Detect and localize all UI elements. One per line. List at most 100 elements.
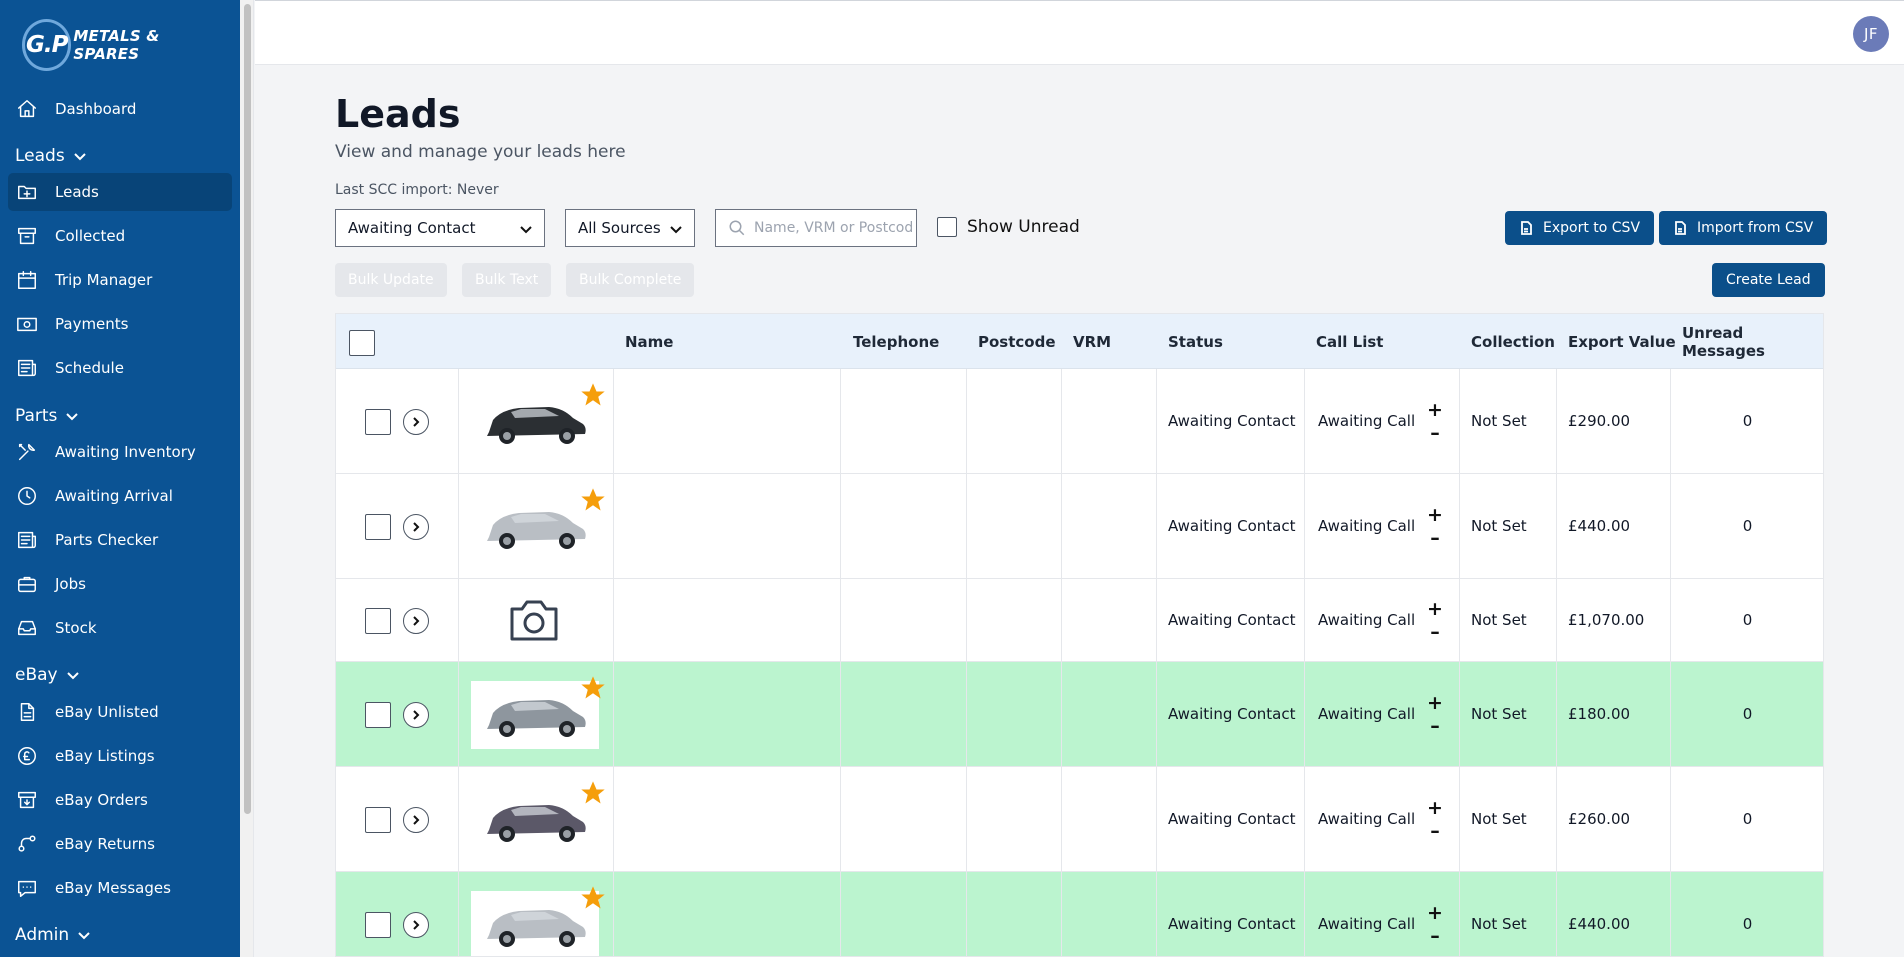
row-checkbox[interactable] [365, 911, 391, 938]
column-header-vrm[interactable]: VRM [1073, 314, 1111, 369]
star-icon[interactable] [579, 486, 607, 514]
section-admin[interactable]: Admin [15, 925, 91, 945]
expand-row-button[interactable] [403, 607, 429, 634]
expand-row-button[interactable] [403, 408, 429, 435]
table-row[interactable]: Awaiting Contact Awaiting Call + – Not Set £1… [336, 662, 1823, 767]
cell-export-value: £180.00 [1568, 705, 1631, 723]
show-unread-toggle[interactable]: Show Unread [937, 217, 1080, 237]
call-list-decrement-button[interactable]: – [1430, 422, 1440, 445]
expand-row-button[interactable] [403, 806, 429, 833]
call-list-decrement-button[interactable]: – [1430, 621, 1440, 644]
star-icon[interactable] [579, 884, 607, 912]
call-list-increment-button[interactable]: + [1427, 504, 1443, 527]
sidebar-item-parts-checker[interactable]: Parts Checker [8, 521, 232, 559]
column-header-telephone[interactable]: Telephone [853, 314, 939, 369]
sidebar-item-label: Awaiting Inventory [55, 443, 196, 461]
table-row[interactable]: Awaiting Contact Awaiting Call + – Not Set £4… [336, 872, 1823, 956]
column-header-unread-messages[interactable]: Unread Messages [1682, 314, 1823, 369]
cell-collection: Not Set [1471, 412, 1527, 430]
expand-row-button[interactable] [403, 513, 429, 540]
section-parts[interactable]: Parts [15, 406, 79, 426]
sidebar-item-ebay-messages[interactable]: eBay Messages [8, 869, 232, 907]
bulk-complete-button[interactable]: Bulk Complete [566, 263, 695, 297]
call-list-decrement-button[interactable]: – [1430, 925, 1440, 948]
bulk-text-button[interactable]: Bulk Text [462, 263, 552, 297]
star-icon[interactable] [579, 674, 607, 702]
inbox-icon [16, 617, 38, 639]
sidebar-item-label: Stock [55, 619, 97, 637]
row-checkbox[interactable] [365, 513, 391, 540]
sidebar-item-ebay-orders[interactable]: eBay Orders [8, 781, 232, 819]
sidebar-item-leads[interactable]: Leads [8, 173, 232, 211]
sidebar-item-ebay-returns[interactable]: eBay Returns [8, 825, 232, 863]
table-row[interactable]: Awaiting Contact Awaiting Call + – Not Set £2… [336, 369, 1823, 474]
select-all-checkbox[interactable] [349, 330, 375, 356]
camera-icon[interactable] [508, 597, 560, 643]
sidebar-item-ebay-listings[interactable]: eBay Listings [8, 737, 232, 775]
cell-status: Awaiting Contact [1168, 611, 1296, 629]
expand-row-button[interactable] [403, 701, 429, 728]
logo[interactable]: G.P METALS & SPARES [22, 18, 222, 72]
call-list-increment-button[interactable]: + [1427, 692, 1443, 715]
call-list-increment-button[interactable]: + [1427, 598, 1443, 621]
search-input[interactable] [754, 220, 914, 236]
logo-text: METALS & SPARES [73, 27, 160, 63]
import-csv-button[interactable]: Import from CSV [1659, 211, 1828, 245]
column-header-call-list[interactable]: Call List [1316, 314, 1383, 369]
call-list-decrement-button[interactable]: – [1430, 527, 1440, 550]
sidebar-item-label: Jobs [55, 575, 86, 593]
sidebar-item-trip-manager[interactable]: Trip Manager [8, 261, 232, 299]
sidebar-item-collected[interactable]: Collected [8, 217, 232, 255]
row-checkbox[interactable] [365, 607, 391, 634]
sidebar-item-ebay-unlisted[interactable]: eBay Unlisted [8, 693, 232, 731]
sidebar-scrollbar-thumb[interactable] [244, 4, 251, 814]
column-header-name[interactable]: Name [625, 314, 673, 369]
row-checkbox[interactable] [365, 701, 391, 728]
folder-plus-icon [16, 181, 38, 203]
star-icon[interactable] [579, 779, 607, 807]
cell-export-value: £440.00 [1568, 915, 1631, 933]
call-list-decrement-button[interactable]: – [1430, 715, 1440, 738]
sidebar-item-schedule[interactable]: Schedule [8, 349, 232, 387]
call-list-increment-button[interactable]: + [1427, 797, 1443, 820]
row-checkbox[interactable] [365, 408, 391, 435]
show-unread-checkbox[interactable] [937, 217, 957, 237]
topbar: JF [255, 0, 1904, 65]
column-header-collection[interactable]: Collection [1471, 314, 1555, 369]
home-icon [16, 98, 38, 120]
create-lead-button[interactable]: Create Lead [1712, 263, 1825, 297]
source-select[interactable]: All Sources [565, 209, 695, 247]
document-icon [16, 701, 38, 723]
section-ebay[interactable]: eBay [15, 665, 80, 685]
sidebar-item-stock[interactable]: Stock [8, 609, 232, 647]
expand-row-button[interactable] [403, 911, 429, 938]
star-icon[interactable] [579, 381, 607, 409]
column-header-postcode[interactable]: Postcode [978, 314, 1056, 369]
section-leads[interactable]: Leads [15, 146, 87, 166]
sidebar-item-jobs[interactable]: Jobs [8, 565, 232, 603]
call-list-increment-button[interactable]: + [1427, 902, 1443, 925]
newspaper-icon [16, 357, 38, 379]
row-checkbox[interactable] [365, 806, 391, 833]
bulk-update-button[interactable]: Bulk Update [335, 263, 447, 297]
table-row[interactable]: Awaiting Contact Awaiting Call + – Not Set £2… [336, 767, 1823, 872]
chevron-right-icon [413, 709, 420, 720]
cell-collection: Not Set [1471, 705, 1527, 723]
column-header-status[interactable]: Status [1168, 314, 1223, 369]
export-csv-button[interactable]: Export to CSV [1505, 211, 1655, 245]
sidebar-item-payments[interactable]: Payments [8, 305, 232, 343]
column-header-export-value[interactable]: Export Value [1568, 314, 1676, 369]
chevron-right-icon [413, 615, 420, 626]
avatar[interactable]: JF [1853, 16, 1889, 52]
status-select[interactable]: Awaiting Contact [335, 209, 545, 247]
sidebar-item-awaiting-arrival[interactable]: Awaiting Arrival [8, 477, 232, 515]
sidebar: G.P METALS & SPARES Dashboard Leads Lead… [0, 0, 240, 957]
sidebar-item-dashboard[interactable]: Dashboard [8, 90, 232, 128]
table-row[interactable]: Awaiting Contact Awaiting Call + – Not Set £1… [336, 579, 1823, 662]
search-box[interactable] [715, 209, 917, 247]
call-list-increment-button[interactable]: + [1427, 399, 1443, 422]
table-row[interactable]: Awaiting Contact Awaiting Call + – Not Set £4… [336, 474, 1823, 579]
call-list-decrement-button[interactable]: – [1430, 820, 1440, 843]
cell-status: Awaiting Contact [1168, 915, 1296, 933]
sidebar-item-awaiting-inventory[interactable]: Awaiting Inventory [8, 433, 232, 471]
